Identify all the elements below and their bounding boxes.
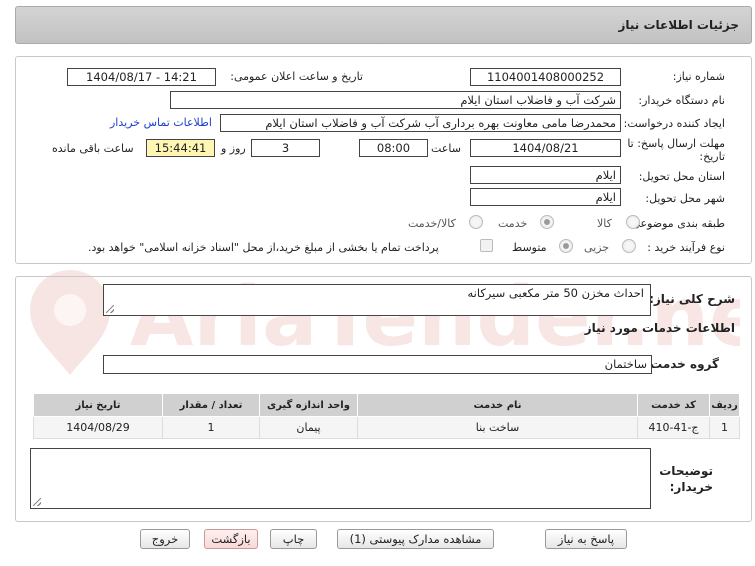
announce-label: تاریخ و ساعت اعلان عمومی: — [230, 70, 363, 83]
summary-textarea[interactable]: احداث مخزن 50 متر مکعبی سیرکانه — [103, 284, 651, 316]
summary-text: احداث مخزن 50 متر مکعبی سیرکانه — [467, 286, 644, 300]
category-label: طبقه بندی موضوعی: — [627, 217, 725, 230]
need-number-field: 1104001408000252 — [470, 68, 621, 86]
cell-service-name: ساخت بنا — [357, 416, 638, 439]
deadline-date-field: 1404/08/21 — [470, 139, 621, 157]
remaining-time-field: 15:44:41 — [146, 139, 215, 157]
creator-label: ایجاد کننده درخواست: — [623, 117, 725, 130]
days-label: روز و — [221, 142, 246, 155]
deadline-date-label: تاریخ: — [699, 150, 725, 163]
deadline-time-field: 08:00 — [359, 139, 428, 157]
service-group-field: ساختمان — [103, 355, 652, 374]
process-minor-radio[interactable] — [622, 239, 636, 253]
services-section-title: اطلاعات خدمات مورد نیاز — [584, 321, 735, 335]
service-group-label: گروه خدمت: — [645, 357, 719, 371]
process-type-label: نوع فرآیند خرید : — [647, 241, 725, 254]
category-goods-label: کالا — [597, 217, 612, 230]
col-quantity: تعداد / مقدار — [162, 393, 260, 417]
need-number-label: شماره نیاز: — [672, 70, 725, 83]
category-service-label: خدمت — [498, 217, 528, 230]
view-attachments-button[interactable]: مشاهده مدارک پیوستی (1) — [337, 529, 494, 549]
summary-label: شرح کلی نیاز: — [649, 292, 735, 306]
province-field: ایلام — [470, 166, 621, 184]
treasury-payment-checkbox[interactable] — [480, 239, 493, 252]
process-medium-label: متوسط — [512, 241, 547, 254]
print-button[interactable]: چاپ — [270, 529, 317, 549]
header-bar: جزئیات اطلاعات نیاز — [15, 6, 752, 44]
need-info-panel — [15, 56, 752, 264]
services-table: ردیف کد خدمت نام خدمت واحد اندازه گیری ت… — [33, 393, 740, 439]
reply-button[interactable]: پاسخ به نیاز — [545, 529, 627, 549]
cell-need-date: 1404/08/29 — [33, 416, 163, 439]
col-need-date: تاریخ نیاز — [33, 393, 163, 417]
category-goods-service-label: کالا/خدمت — [408, 217, 456, 230]
cell-quantity: 1 — [162, 416, 260, 439]
buyer-contact-link[interactable]: اطلاعات تماس خریدار — [110, 116, 212, 129]
process-minor-label: جزیی — [584, 241, 610, 254]
deadline-time-label: ساعت — [431, 142, 461, 155]
table-row: 1 ج-41-410 ساخت بنا پیمان 1 1404/08/29 — [33, 416, 740, 439]
days-remaining-field: 3 — [251, 139, 320, 157]
treasury-payment-note: پرداخت تمام یا بخشی از مبلغ خرید،از محل … — [88, 241, 439, 254]
resize-handle-icon[interactable] — [106, 305, 114, 313]
announce-date-field: 1404/08/17 - 14:21 — [67, 68, 216, 86]
buyer-notes-textarea[interactable] — [30, 448, 651, 509]
back-button[interactable]: بازگشت — [204, 529, 258, 549]
col-service-code: کد خدمت — [637, 393, 710, 417]
cell-service-code: ج-41-410 — [637, 416, 710, 439]
city-field: ایلام — [470, 188, 621, 206]
remaining-time-label: ساعت باقی مانده — [52, 142, 134, 155]
col-unit: واحد اندازه گیری — [259, 393, 358, 417]
buyer-org-label: نام دستگاه خریدار: — [638, 94, 725, 107]
cell-row-number: 1 — [709, 416, 740, 439]
process-medium-radio[interactable] — [559, 239, 573, 253]
page-title: جزئیات اطلاعات نیاز — [618, 18, 739, 32]
col-row-number: ردیف — [709, 393, 740, 417]
buyer-notes-label-2: خریدار: — [669, 480, 713, 494]
category-service-radio[interactable] — [540, 215, 554, 229]
exit-button[interactable]: خروج — [140, 529, 190, 549]
city-label: شهر محل تحویل: — [645, 192, 725, 205]
resize-handle-icon[interactable] — [33, 498, 41, 506]
province-label: استان محل تحویل: — [638, 170, 725, 183]
col-service-name: نام خدمت — [357, 393, 638, 417]
cell-unit: پیمان — [259, 416, 358, 439]
creator-field: محمدرضا مامی معاونت بهره برداری آب شرکت … — [220, 114, 621, 132]
category-goods-service-radio[interactable] — [469, 215, 483, 229]
buyer-org-field: شرکت آب و فاضلاب استان ایلام — [170, 91, 621, 109]
category-goods-radio[interactable] — [626, 215, 640, 229]
deadline-label: مهلت ارسال پاسخ: تا — [627, 137, 725, 150]
table-header-row: ردیف کد خدمت نام خدمت واحد اندازه گیری ت… — [33, 393, 740, 417]
buyer-notes-label: توضیحات — [659, 464, 713, 478]
